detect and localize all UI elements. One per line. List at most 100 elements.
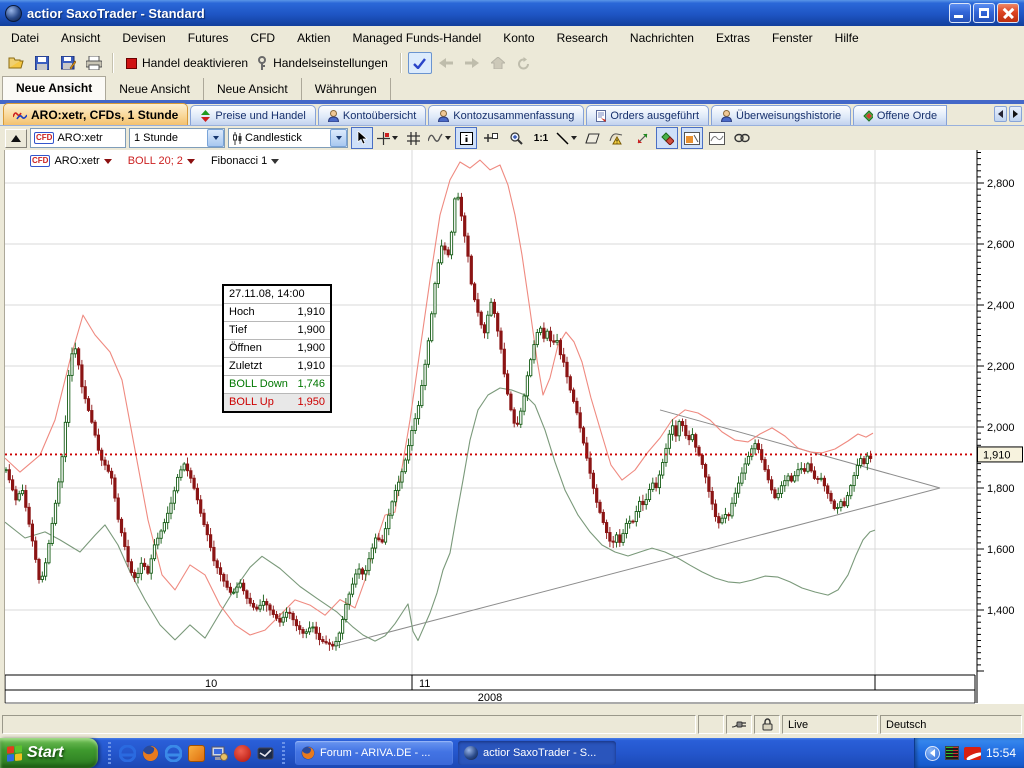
price-axis[interactable] bbox=[975, 150, 1024, 704]
chevron-down-icon bbox=[571, 136, 577, 140]
restore-button[interactable] bbox=[973, 3, 995, 23]
menu-nachrichten[interactable]: Nachrichten bbox=[619, 27, 705, 50]
trade-settings-label[interactable]: Handelseinstellungen bbox=[273, 56, 388, 70]
menu-extras[interactable]: Extras bbox=[705, 27, 761, 50]
menu-research[interactable]: Research bbox=[546, 27, 619, 50]
document-tab-bar: ARO:xetr, CFDs, 1 Stunde Preise und Hand… bbox=[0, 104, 1024, 126]
menu-futures[interactable]: Futures bbox=[177, 27, 240, 50]
tab-ueberweisungshistorie[interactable]: Überweisungshistorie bbox=[711, 105, 851, 125]
task-button-saxotrader[interactable]: actior SaxoTrader - S... bbox=[458, 741, 616, 765]
legend-fibonacci[interactable]: Fibonacci 1 bbox=[211, 155, 279, 167]
computer-icon[interactable] bbox=[211, 745, 228, 762]
chart-view1-button[interactable] bbox=[681, 127, 703, 149]
symbol-field[interactable]: CFD bbox=[30, 128, 126, 148]
clock-app-icon[interactable] bbox=[188, 745, 205, 762]
refresh-button[interactable] bbox=[512, 52, 536, 74]
view-tab-2[interactable]: Neue Ansicht bbox=[106, 78, 204, 100]
studies-button[interactable] bbox=[656, 127, 678, 149]
view-tab-1[interactable]: Neue Ansicht bbox=[2, 76, 106, 100]
info-tool-button[interactable] bbox=[455, 127, 477, 149]
one-to-one-label: 1:1 bbox=[534, 133, 548, 144]
tab-kontouebersicht[interactable]: Kontoübersicht bbox=[318, 105, 426, 125]
tab-chart-aro[interactable]: ARO:xetr, CFDs, 1 Stunde bbox=[3, 103, 188, 125]
grid-tool-button[interactable] bbox=[402, 127, 424, 149]
internet-explorer-icon[interactable] bbox=[165, 745, 182, 762]
dropdown-button[interactable] bbox=[330, 129, 347, 147]
zoom-reset-button[interactable]: 1:1 bbox=[530, 127, 552, 149]
cfd-badge: CFD bbox=[34, 132, 54, 144]
start-button[interactable]: Start bbox=[0, 738, 98, 768]
tab-label: Preise und Handel bbox=[215, 110, 306, 122]
chart-style-select[interactable]: Candlestick bbox=[228, 128, 348, 148]
link-button[interactable] bbox=[731, 127, 753, 149]
chevron-down-icon bbox=[104, 159, 112, 164]
tray-collapse-button[interactable] bbox=[925, 746, 940, 761]
tab-label: Kontozusammenfassung bbox=[453, 110, 574, 122]
chart-plot-area[interactable] bbox=[5, 150, 975, 704]
menu-devisen[interactable]: Devisen bbox=[111, 27, 176, 50]
chevron-down-icon bbox=[392, 136, 398, 140]
browser-icon[interactable] bbox=[119, 745, 136, 762]
window-title: actior SaxoTrader - Standard bbox=[27, 6, 205, 21]
save-button[interactable] bbox=[30, 52, 54, 74]
back-button[interactable] bbox=[434, 52, 458, 74]
menu-konto[interactable]: Konto bbox=[492, 27, 545, 50]
new-window-button[interactable] bbox=[480, 127, 502, 149]
task-button-forum[interactable]: Forum - ARIVA.DE - ... bbox=[295, 741, 453, 765]
menu-cfd[interactable]: CFD bbox=[239, 27, 286, 50]
period-select[interactable]: 1 Stunde bbox=[129, 128, 225, 148]
chart-region[interactable]: 101120082,8002,6002,4002,2002,0001,8001,… bbox=[0, 150, 1024, 704]
eraser-button[interactable] bbox=[581, 127, 603, 149]
triangle-up-icon bbox=[11, 135, 21, 142]
legend-boll-label: BOLL 20; 2 bbox=[128, 155, 183, 167]
tab-kontozusammenfassung[interactable]: Kontozusammenfassung bbox=[428, 105, 584, 125]
tooltip-datetime: 27.11.08, 14:00 bbox=[224, 286, 330, 303]
chart-view2-button[interactable] bbox=[706, 127, 728, 149]
legend-symbol[interactable]: CFD ARO:xetr bbox=[30, 155, 112, 167]
live-label: Live bbox=[788, 719, 808, 731]
symbol-input[interactable] bbox=[57, 132, 125, 144]
legend-boll[interactable]: BOLL 20; 2 bbox=[128, 155, 195, 167]
forward-button[interactable] bbox=[460, 52, 484, 74]
tab-scroll-left-button[interactable] bbox=[994, 106, 1007, 122]
indicator-tool-button[interactable] bbox=[427, 127, 452, 149]
pointer-tool-button[interactable] bbox=[351, 127, 373, 149]
menu-datei[interactable]: Datei bbox=[0, 27, 50, 50]
crosshair-tool-button[interactable] bbox=[376, 127, 399, 149]
open-button[interactable] bbox=[4, 52, 28, 74]
alarm-button[interactable] bbox=[606, 127, 628, 149]
menu-ansicht[interactable]: Ansicht bbox=[50, 27, 111, 50]
tray-app-icon[interactable] bbox=[964, 747, 981, 760]
dropdown-button[interactable] bbox=[207, 129, 224, 147]
menu-fenster[interactable]: Fenster bbox=[761, 27, 824, 50]
tab-offene-orders[interactable]: Offene Orde bbox=[853, 105, 947, 125]
confirm-button[interactable] bbox=[408, 52, 432, 74]
tab-orders-ausgefuehrt[interactable]: Orders ausgeführt bbox=[586, 105, 709, 125]
menu-managed-funds[interactable]: Managed Funds-Handel bbox=[341, 27, 492, 50]
menu-aktien[interactable]: Aktien bbox=[286, 27, 341, 50]
minimize-button[interactable] bbox=[949, 3, 971, 23]
tab-preise-und-handel[interactable]: Preise und Handel bbox=[190, 105, 316, 125]
collapse-panel-button[interactable] bbox=[5, 129, 27, 148]
zoom-in-button[interactable] bbox=[505, 127, 527, 149]
measure-button[interactable] bbox=[631, 127, 653, 149]
tab-scroll-right-button[interactable] bbox=[1009, 106, 1022, 122]
save-as-button[interactable] bbox=[56, 52, 80, 74]
view-tab-waehrungen[interactable]: Währungen bbox=[302, 78, 391, 100]
tray-network-monitor-icon[interactable] bbox=[945, 746, 959, 760]
print-button[interactable] bbox=[82, 52, 106, 74]
media-app-icon[interactable] bbox=[234, 745, 251, 762]
chevron-down-icon bbox=[445, 136, 451, 140]
firefox-icon[interactable] bbox=[142, 745, 159, 762]
link-icon bbox=[734, 133, 750, 143]
taskbar: Start Forum - ARIVA.DE - ... actior Saxo… bbox=[0, 738, 1024, 768]
trade-disable-label[interactable]: Handel deaktivieren bbox=[142, 56, 248, 70]
messenger-icon[interactable] bbox=[257, 745, 274, 762]
menu-hilfe[interactable]: Hilfe bbox=[824, 27, 870, 50]
view-tab-3[interactable]: Neue Ansicht bbox=[204, 78, 302, 100]
close-button[interactable] bbox=[997, 3, 1019, 23]
system-tray: 15:54 bbox=[914, 738, 1024, 768]
draw-line-button[interactable] bbox=[555, 127, 578, 149]
app-logo-icon bbox=[5, 5, 22, 22]
home-button[interactable] bbox=[486, 52, 510, 74]
